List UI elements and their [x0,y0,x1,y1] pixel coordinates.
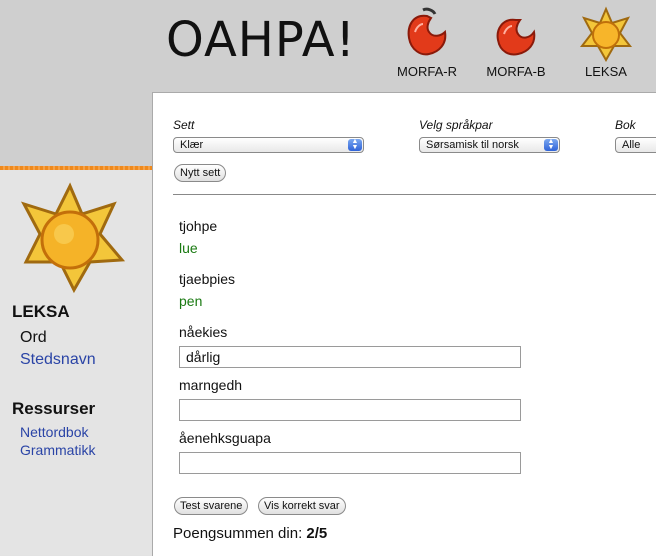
sidebar-item-ord[interactable]: Ord [20,329,47,347]
nav-leksa[interactable]: LEKSA [566,6,646,79]
question-word: tjohpe [179,218,218,234]
answer-input[interactable] [179,399,521,421]
new-set-button[interactable]: Nytt sett [174,164,227,182]
pair-value: Sørsamisk til norsk [426,139,519,151]
sidebar-heading-leksa: LEKSA [12,302,70,321]
question-word: marngedh [179,377,243,393]
nav-morfa-b[interactable]: MORFA-B [476,6,556,79]
nav-label: MORFA-B [486,64,546,79]
test-answers-button[interactable]: Test svarene [174,497,249,515]
header-bar: OAHPA! MORFA-R MORFA-B LEKSA [0,0,656,92]
correct-answer: lue [179,240,198,256]
answer-input[interactable] [179,452,521,474]
sidebar-heading-ressurser: Ressurser [12,399,96,418]
score-line: Poengsummen din: 2/5 [173,525,327,542]
sidebar-item-stedsnavn[interactable]: Stedsnavn [20,351,96,369]
bok-value: Alle [622,139,641,151]
select-arrow-icon: ▲ ▼ [348,138,362,151]
divider [173,194,656,195]
nav-label: LEKSA [585,64,627,79]
leksa-sun-icon [20,182,126,294]
sidebar: LEKSA Ord Stedsnavn Ressurser Nettordbok… [0,170,152,555]
sun-star-icon [579,6,633,62]
question-word: åenehksguapa [179,430,271,446]
oahpa-logo[interactable]: OAHPA! [166,12,356,68]
show-correct-button[interactable]: Vis korrekt svar [258,497,346,515]
sett-select[interactable]: Klær ▲ ▼ [173,137,364,153]
sidebar-item-nettordbok[interactable]: Nettordbok [20,424,88,440]
red-apple-icon [407,7,447,56]
language-pair-select[interactable]: Sørsamisk til norsk ▲ ▼ [419,137,560,153]
nav-label: MORFA-R [397,64,457,79]
score-value: 2/5 [306,525,328,542]
bok-label: Bok [615,118,636,132]
pair-label: Velg språkpar [419,118,493,132]
score-label: Poengsummen din: [173,525,303,542]
sidebar-item-grammatikk[interactable]: Grammatikk [20,442,95,458]
red-apple-icon [496,18,536,56]
left-header-area [0,92,152,166]
sett-label: Sett [173,118,195,132]
question-word: tjaebpies [179,271,236,287]
question-word: nåekies [179,324,228,340]
sett-value: Klær [180,139,204,151]
main-content: Sett Klær ▲ ▼ Velg språkpar Sørsamisk til… [152,92,656,556]
bok-select[interactable]: Alle [615,137,656,153]
answer-input[interactable] [179,346,521,368]
correct-answer: pen [179,293,203,309]
nav-morfa-r[interactable]: MORFA-R [387,6,467,79]
select-arrow-icon: ▲ ▼ [544,138,558,151]
